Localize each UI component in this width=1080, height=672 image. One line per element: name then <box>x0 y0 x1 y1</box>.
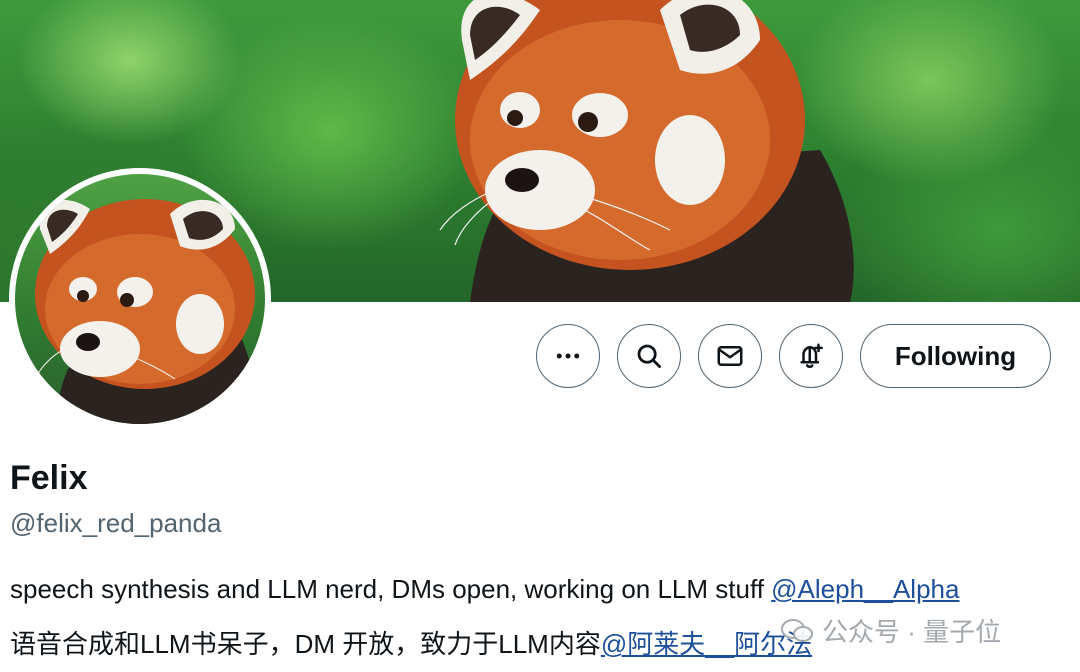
bio-line-2-text: 语音合成和LLM书呆子，DM 开放，致力于LLM内容 <box>10 629 601 659</box>
profile-avatar[interactable] <box>9 168 271 430</box>
wechat-icon <box>781 618 813 642</box>
bell-plus-icon <box>800 343 823 369</box>
following-button[interactable]: Following <box>860 324 1051 388</box>
envelope-icon <box>717 346 743 366</box>
watermark: 公众号 · 量子位 <box>780 612 1001 649</box>
following-label: Following <box>894 340 1017 371</box>
bio-line-1: speech synthesis and LLM nerd, DMs open,… <box>10 574 959 605</box>
mention-link[interactable]: @Aleph__Alpha <box>771 574 959 604</box>
profile-handle: @felix_red_panda <box>10 508 222 538</box>
search-icon <box>637 344 661 368</box>
more-button[interactable] <box>536 324 600 388</box>
notify-button[interactable] <box>779 324 843 388</box>
bio-line-2: 语音合成和LLM书呆子，DM 开放，致力于LLM内容@阿莱夫__阿尔法 <box>10 624 812 661</box>
watermark-text: 公众号 · 量子位 <box>822 617 1002 647</box>
search-button[interactable] <box>617 324 681 388</box>
display-name: Felix <box>10 459 88 497</box>
bio-line-1-text: speech synthesis and LLM nerd, DMs open,… <box>10 574 772 604</box>
more-icon <box>556 353 580 359</box>
message-button[interactable] <box>698 324 762 388</box>
red-panda-avatar-illustration <box>34 199 257 424</box>
